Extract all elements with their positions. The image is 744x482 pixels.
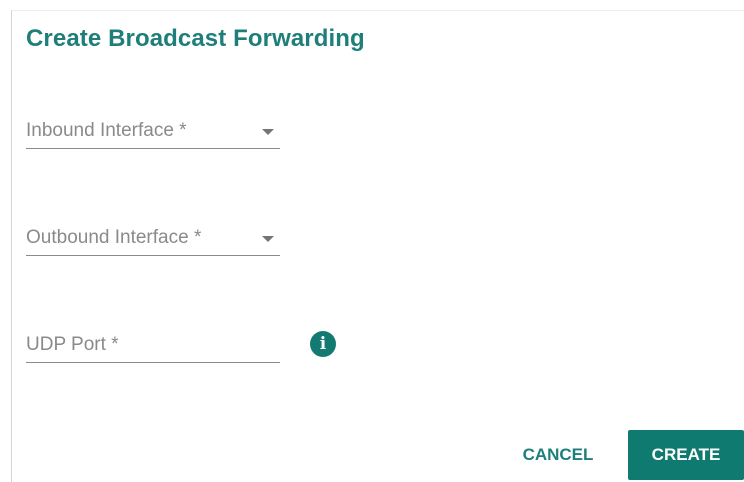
dropdown-arrow-icon: [262, 129, 274, 135]
info-icon[interactable]: i: [310, 331, 336, 357]
cancel-button[interactable]: CANCEL: [506, 430, 610, 480]
outbound-interface-select[interactable]: Outbound Interface *: [26, 221, 280, 256]
dialog-title: Create Broadcast Forwarding: [26, 25, 365, 52]
udp-port-input[interactable]: UDP Port *: [26, 328, 280, 363]
create-broadcast-forwarding-dialog: Create Broadcast Forwarding Inbound Inte…: [11, 10, 744, 482]
udp-port-label: UDP Port *: [26, 334, 119, 355]
dropdown-arrow-icon: [262, 236, 274, 242]
create-button[interactable]: CREATE: [628, 430, 744, 480]
inbound-interface-select[interactable]: Inbound Interface *: [26, 114, 280, 149]
inbound-interface-label: Inbound Interface *: [26, 120, 187, 141]
outbound-interface-label: Outbound Interface *: [26, 227, 202, 248]
